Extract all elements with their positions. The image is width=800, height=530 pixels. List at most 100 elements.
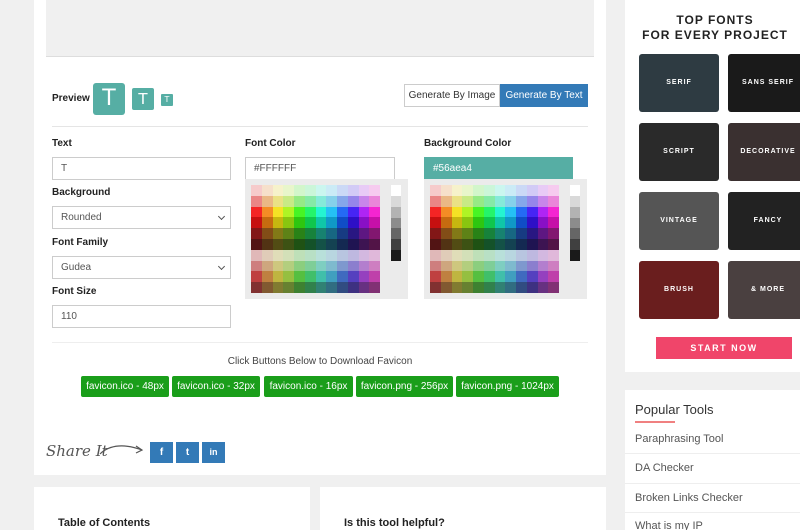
color-swatch[interactable]	[537, 217, 549, 229]
color-swatch[interactable]	[516, 282, 527, 293]
color-swatch[interactable]	[358, 206, 370, 218]
color-swatch[interactable]	[369, 217, 380, 229]
color-swatch[interactable]	[251, 206, 262, 218]
gray-swatch[interactable]	[391, 228, 401, 240]
color-swatch[interactable]	[483, 239, 495, 250]
color-swatch[interactable]	[440, 185, 452, 196]
color-swatch[interactable]	[272, 282, 284, 293]
color-swatch[interactable]	[326, 206, 337, 218]
color-swatch[interactable]	[337, 239, 348, 250]
color-swatch[interactable]	[505, 249, 516, 261]
color-swatch[interactable]	[440, 217, 452, 229]
color-swatch[interactable]	[505, 206, 516, 218]
color-swatch[interactable]	[526, 260, 538, 272]
bg-color-input[interactable]: #56aea4	[424, 157, 573, 180]
color-swatch[interactable]	[251, 228, 262, 239]
color-swatch[interactable]	[315, 217, 327, 229]
popular-tool-link[interactable]: Broken Links Checker	[635, 492, 743, 504]
color-swatch[interactable]	[315, 249, 327, 261]
color-swatch[interactable]	[283, 206, 294, 218]
font-tile[interactable]: SERIF	[639, 54, 719, 112]
text-input[interactable]: T	[52, 157, 231, 180]
color-swatch[interactable]	[494, 260, 506, 272]
color-swatch[interactable]	[494, 206, 506, 218]
color-swatch[interactable]	[440, 228, 452, 239]
color-swatch[interactable]	[315, 185, 327, 196]
color-swatch[interactable]	[516, 260, 527, 272]
color-swatch[interactable]	[548, 282, 559, 293]
color-swatch[interactable]	[537, 260, 549, 272]
color-swatch[interactable]	[304, 282, 316, 293]
color-swatch[interactable]	[451, 195, 463, 207]
color-swatch[interactable]	[440, 260, 452, 272]
font-tile[interactable]: FANCY	[728, 192, 800, 250]
color-swatch[interactable]	[526, 249, 538, 261]
color-swatch[interactable]	[261, 282, 273, 293]
color-swatch[interactable]	[369, 260, 380, 272]
color-swatch[interactable]	[516, 249, 527, 261]
bg-color-picker[interactable]	[424, 179, 587, 299]
color-swatch[interactable]	[505, 185, 516, 196]
color-swatch[interactable]	[251, 195, 262, 207]
color-swatch[interactable]	[261, 185, 273, 196]
font-color-input[interactable]: #FFFFFF	[245, 157, 395, 180]
color-swatch[interactable]	[430, 249, 441, 261]
font-tile[interactable]: SCRIPT	[639, 123, 719, 181]
color-swatch[interactable]	[315, 206, 327, 218]
color-swatch[interactable]	[537, 249, 549, 261]
font-size-input[interactable]: 110	[52, 305, 231, 328]
color-swatch[interactable]	[294, 185, 305, 196]
color-swatch[interactable]	[283, 271, 294, 283]
popular-tool-link[interactable]: Paraphrasing Tool	[635, 433, 723, 445]
color-swatch[interactable]	[516, 217, 527, 229]
color-swatch[interactable]	[261, 228, 273, 239]
color-swatch[interactable]	[516, 239, 527, 250]
color-swatch[interactable]	[261, 206, 273, 218]
color-swatch[interactable]	[516, 185, 527, 196]
color-swatch[interactable]	[494, 195, 506, 207]
color-swatch[interactable]	[462, 185, 473, 196]
color-swatch[interactable]	[473, 217, 484, 229]
color-swatch[interactable]	[430, 228, 441, 239]
color-swatch[interactable]	[261, 260, 273, 272]
color-swatch[interactable]	[473, 195, 484, 207]
color-swatch[interactable]	[337, 249, 348, 261]
gray-swatch[interactable]	[391, 217, 401, 229]
color-swatch[interactable]	[272, 206, 284, 218]
color-swatch[interactable]	[304, 271, 316, 283]
color-swatch[interactable]	[505, 239, 516, 250]
color-swatch[interactable]	[294, 206, 305, 218]
color-swatch[interactable]	[483, 195, 495, 207]
color-swatch[interactable]	[451, 260, 463, 272]
color-swatch[interactable]	[326, 260, 337, 272]
color-swatch[interactable]	[251, 260, 262, 272]
color-swatch[interactable]	[451, 228, 463, 239]
color-swatch[interactable]	[326, 249, 337, 261]
color-swatch[interactable]	[516, 206, 527, 218]
color-swatch[interactable]	[283, 249, 294, 261]
color-swatch[interactable]	[369, 249, 380, 261]
color-swatch[interactable]	[337, 282, 348, 293]
color-swatch[interactable]	[304, 206, 316, 218]
color-swatch[interactable]	[358, 217, 370, 229]
color-swatch[interactable]	[369, 185, 380, 196]
color-swatch[interactable]	[473, 249, 484, 261]
color-swatch[interactable]	[494, 217, 506, 229]
color-swatch[interactable]	[251, 239, 262, 250]
color-swatch[interactable]	[326, 185, 337, 196]
color-swatch[interactable]	[261, 195, 273, 207]
color-swatch[interactable]	[304, 260, 316, 272]
color-swatch[interactable]	[272, 228, 284, 239]
linkedin-icon[interactable]: in	[202, 442, 225, 463]
color-swatch[interactable]	[315, 239, 327, 250]
color-swatch[interactable]	[430, 185, 441, 196]
color-swatch[interactable]	[272, 195, 284, 207]
color-swatch[interactable]	[347, 185, 359, 196]
gray-swatch[interactable]	[570, 195, 580, 207]
download-png-1024-button[interactable]: favicon.png - 1024px	[456, 376, 559, 397]
color-swatch[interactable]	[337, 195, 348, 207]
color-swatch[interactable]	[483, 206, 495, 218]
color-swatch[interactable]	[505, 271, 516, 283]
color-swatch[interactable]	[283, 239, 294, 250]
color-swatch[interactable]	[294, 260, 305, 272]
